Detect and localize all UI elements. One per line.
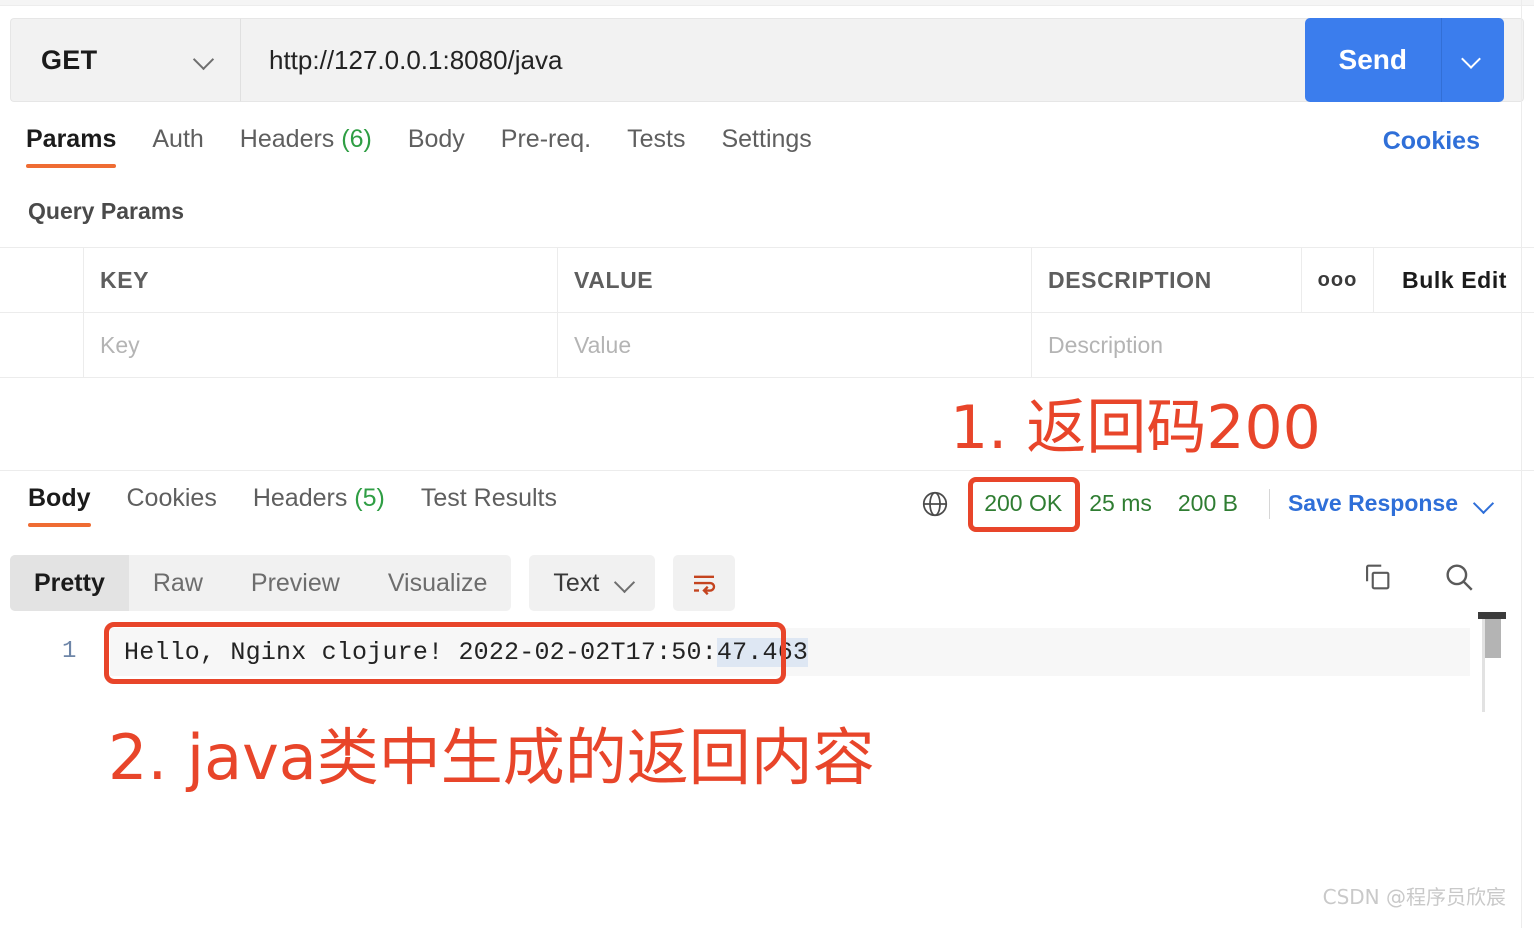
row-value-input[interactable]: Value	[558, 313, 1032, 377]
http-method-label: GET	[41, 44, 98, 75]
response-body-text: Hello, Nginx clojure! 2022-02-02T17:50:	[124, 637, 717, 667]
view-mode-preview[interactable]: Preview	[227, 555, 364, 611]
tab-headers-count: (6)	[341, 125, 372, 153]
table-header-row: KEY VALUE DESCRIPTION ooo Bulk Edit	[0, 248, 1534, 312]
table-row: Key Value Description	[0, 312, 1534, 377]
scrollbar-cap	[1478, 612, 1506, 619]
response-body-actions	[1360, 560, 1476, 594]
row-value-placeholder: Value	[574, 331, 632, 358]
view-mode-pretty[interactable]: Pretty	[10, 555, 129, 611]
response-tab-headers-label: Headers	[252, 484, 348, 512]
row-key-input[interactable]: Key	[84, 313, 558, 377]
content-type-label: Text	[553, 568, 600, 597]
query-params-table: KEY VALUE DESCRIPTION ooo Bulk Edit Key …	[0, 247, 1534, 378]
response-tab-headers-count: (5)	[354, 484, 385, 512]
tab-tests[interactable]: Tests	[609, 125, 703, 168]
view-mode-visualize[interactable]: Visualize	[364, 555, 512, 611]
response-body-text-selected: 47.463	[716, 637, 809, 667]
wrap-text-button[interactable]	[673, 555, 736, 611]
send-options-button[interactable]	[1441, 18, 1504, 102]
more-options-icon: ooo	[1317, 268, 1358, 291]
tab-tests-label: Tests	[627, 125, 686, 153]
cookies-link[interactable]: Cookies	[1383, 127, 1480, 156]
tab-headers-label: Headers	[239, 125, 335, 153]
chevron-down-icon	[194, 49, 216, 71]
request-response-divider	[0, 470, 1534, 471]
response-tab-headers[interactable]: Headers (5)	[235, 484, 403, 527]
response-tab-cookies[interactable]: Cookies	[109, 484, 235, 527]
request-tab-bar: Params Auth Headers (6) Body Pre-req. Te…	[26, 125, 830, 168]
content-type-selector[interactable]: Text	[529, 555, 656, 611]
chevron-down-icon	[1462, 49, 1484, 71]
header-cell-description: DESCRIPTION	[1032, 248, 1302, 312]
response-tab-test-results-label: Test Results	[420, 484, 558, 512]
tab-settings[interactable]: Settings	[703, 125, 829, 168]
response-tab-body-label: Body	[28, 484, 91, 512]
response-tab-cookies-label: Cookies	[126, 484, 217, 512]
table-options-button[interactable]: ooo	[1302, 248, 1374, 312]
vertical-scrollbar-thumb[interactable]	[1485, 618, 1501, 658]
response-meta-bar: 200 OK 25 ms 200 B Save Response	[920, 484, 1496, 523]
response-body-line[interactable]: Hello, Nginx clojure! 2022-02-02T17:50: 4…	[110, 628, 1470, 676]
row-description-placeholder: Description	[1048, 331, 1164, 358]
meta-divider	[1268, 488, 1270, 519]
globe-icon	[920, 489, 950, 519]
save-response-button[interactable]: Save Response	[1288, 490, 1458, 517]
watermark: CSDN @程序员欣宸	[1322, 885, 1506, 909]
view-mode-group: Pretty Raw Preview Visualize	[10, 555, 512, 611]
response-tab-bar: Body Cookies Headers (5) Test Results	[10, 484, 575, 527]
annotation-text-1: 1. 返回码200	[950, 393, 1321, 463]
tab-settings-label: Settings	[721, 125, 812, 153]
right-edge-divider	[1521, 0, 1522, 928]
send-button[interactable]: Send	[1304, 18, 1441, 102]
header-cell-select	[0, 248, 84, 312]
save-response-caret[interactable]	[1474, 493, 1496, 515]
header-cell-value: VALUE	[558, 248, 1032, 312]
tab-auth-label: Auth	[152, 125, 204, 153]
search-icon	[1446, 564, 1473, 591]
wrap-text-icon	[694, 575, 716, 596]
response-tab-test-results[interactable]: Test Results	[403, 484, 575, 527]
http-method-selector[interactable]: GET	[10, 18, 240, 102]
copy-button[interactable]	[1360, 560, 1394, 594]
tab-params-label: Params	[26, 125, 117, 153]
bulk-edit-button[interactable]: Bulk Edit	[1374, 248, 1534, 312]
response-time: 25 ms	[1089, 490, 1152, 516]
copy-icon	[1366, 564, 1390, 590]
tab-prerequest-label: Pre-req.	[500, 125, 592, 153]
view-mode-raw[interactable]: Raw	[129, 555, 227, 611]
chevron-down-icon	[615, 572, 637, 594]
chevron-down-icon	[1474, 493, 1496, 515]
header-cell-key: KEY	[84, 248, 558, 312]
top-divider	[0, 0, 1534, 6]
tab-body[interactable]: Body	[390, 125, 483, 168]
tab-params[interactable]: Params	[26, 125, 134, 168]
request-url-bar: GET	[10, 18, 1524, 102]
response-body-viewer: 1 Hello, Nginx clojure! 2022-02-02T17:50…	[0, 628, 1534, 684]
tab-prerequest[interactable]: Pre-req.	[483, 125, 609, 168]
tab-body-label: Body	[407, 125, 465, 153]
row-key-placeholder: Key	[100, 331, 140, 358]
response-size: 200 B	[1177, 490, 1238, 516]
line-number: 1	[62, 638, 77, 665]
search-button[interactable]	[1442, 560, 1476, 594]
query-params-title: Query Params	[28, 198, 184, 224]
row-description-input[interactable]: Description	[1032, 313, 1374, 377]
tab-headers[interactable]: Headers (6)	[222, 125, 390, 168]
send-button-group: Send	[1304, 18, 1504, 102]
response-tab-body[interactable]: Body	[10, 484, 109, 527]
response-body-toolbar: Pretty Raw Preview Visualize Text	[10, 555, 736, 611]
row-checkbox-cell[interactable]	[0, 313, 84, 377]
tab-auth[interactable]: Auth	[134, 125, 221, 168]
annotation-text-2: 2. java类中生成的返回内容	[108, 721, 875, 794]
status-badge: 200 OK	[984, 490, 1063, 516]
